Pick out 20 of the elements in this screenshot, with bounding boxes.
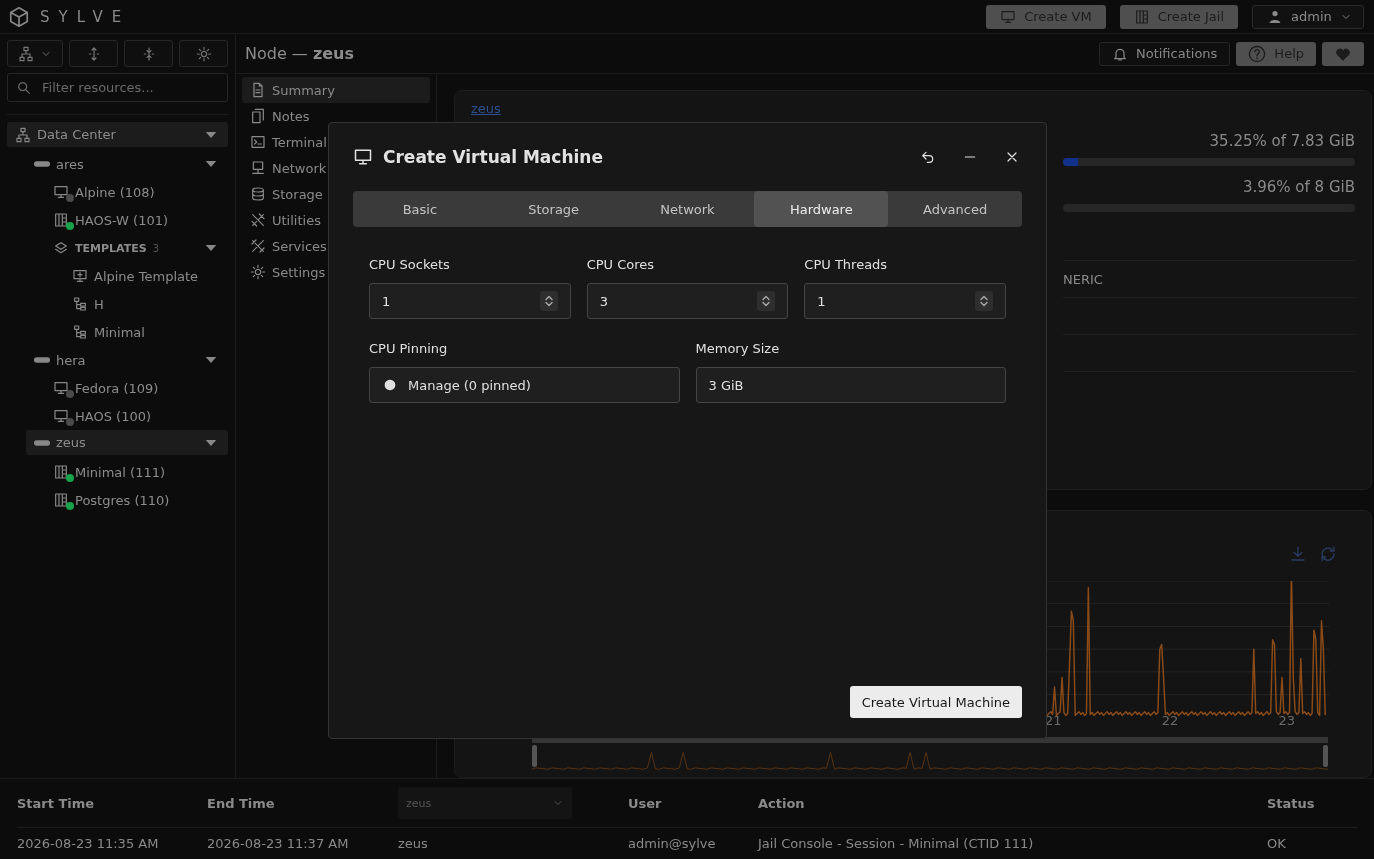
table-cell-text: 2026-08-23 11:37 AM <box>207 835 350 851</box>
table-cell-text: 2026-08-23 11:35 AM <box>17 835 160 851</box>
axis-label: 22 <box>1161 713 1179 728</box>
info-value: NERIC <box>1063 271 1103 287</box>
field-label: CPU Sockets <box>369 257 451 272</box>
axis-label: 23 <box>1278 713 1295 728</box>
table-cell-text: OK <box>1267 835 1287 851</box>
app-name: SYLVE <box>40 7 131 26</box>
meter-reading: 3.96% of 8 GiB <box>1242 178 1355 196</box>
page-title: Node — zeus <box>245 44 354 63</box>
dialog-title: Create Virtual Machine <box>383 147 604 167</box>
count: 3 <box>152 242 160 254</box>
table-cell-text: admin@sylve <box>628 835 717 851</box>
field-label: CPU Pinning <box>369 341 449 356</box>
meter-reading: 35.25% of 7.83 GiB <box>1209 132 1355 150</box>
field-label: Memory Size <box>695 341 781 356</box>
field-label: CPU Cores <box>586 257 656 272</box>
field-label: CPU Threads <box>804 257 889 272</box>
table-cell-text: Jail Console - Session - Minimal (CTID 111) <box>758 835 1035 851</box>
table-cell-text: zeus <box>398 835 429 851</box>
